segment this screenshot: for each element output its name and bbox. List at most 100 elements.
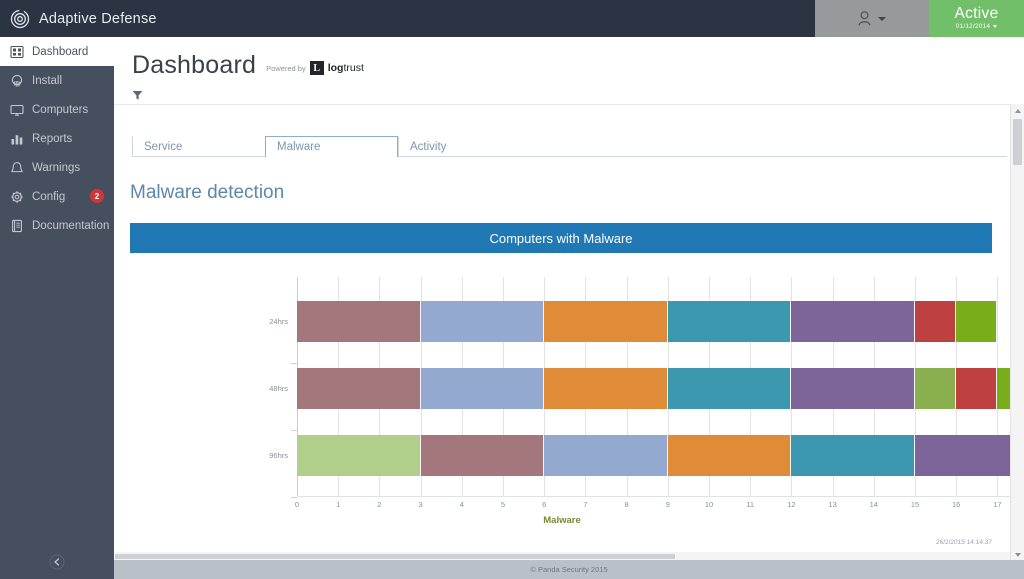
chart-bar-segment[interactable] [668,368,792,409]
sidebar-item-warnings[interactable]: Warnings [0,153,114,182]
chart-banner-label: Computers with Malware [489,231,632,246]
chevron-down-icon [993,25,997,28]
chart-bar-segment[interactable] [421,301,545,342]
chart-bar-row[interactable] [297,368,1010,409]
logtrust-wordmark-rest: trust [343,62,363,74]
tab-bar: Service Malware Activity [132,136,1007,157]
chart-x-tick-label: 16 [952,500,960,509]
chart-bar-segment[interactable] [956,301,997,342]
install-hand-icon [10,74,24,88]
sidebar-item-install[interactable]: Install [0,66,114,95]
chart-bar-row[interactable] [297,435,1010,476]
chart-bar-segment[interactable] [668,301,792,342]
chart-bar-segment[interactable] [297,435,421,476]
sidebar-item-label: Warnings [32,162,80,174]
top-bar: Adaptive Defense Active 01/12/2014 [0,0,1024,37]
chart-y-tick-label: 48hrs [269,384,288,393]
user-menu[interactable] [815,0,929,37]
sidebar-item-label: Reports [32,133,72,145]
book-icon [10,219,24,233]
chart-y-tick-mark [291,430,297,431]
chart-bar-segment[interactable] [791,435,915,476]
chart-plot-area [297,277,1010,496]
brand-area: Adaptive Defense [0,0,815,37]
tab-activity[interactable]: Activity [398,136,531,157]
gear-icon [10,190,24,204]
page-title: Dashboard [132,51,256,80]
bell-icon [10,161,24,175]
sidebar-item-label: Dashboard [32,46,88,58]
chart-x-tick-label: 5 [501,500,505,509]
sidebar-collapse-button[interactable] [0,550,114,579]
vertical-scrollbar-thumb[interactable] [1013,119,1022,165]
tab-malware[interactable]: Malware [265,136,398,157]
chart-bar-segment[interactable] [544,301,668,342]
chart-bar-segment[interactable] [791,301,915,342]
chart-x-tick-label: 1 [336,500,340,509]
logtrust-wordmark: logtrust [328,62,364,74]
tab-label: Activity [410,141,446,153]
chart-bar-segment[interactable] [956,368,997,409]
footer-copyright: © Panda Security 2015 [530,565,607,574]
sidebar-item-documentation[interactable]: Documentation [0,211,114,240]
scroll-up-button[interactable] [1011,104,1024,117]
chart-bar-segment[interactable] [544,368,668,409]
filter-bar[interactable] [114,80,1024,102]
chart-x-axis-title: Malware [114,515,1010,526]
sidebar-item-config[interactable]: Config 2 [0,182,114,211]
chart-x-tick-label: 8 [625,500,629,509]
chart-bar-segment[interactable] [997,368,1010,409]
chart-bar-segment[interactable] [915,301,956,342]
chart-bar-segment[interactable] [791,368,915,409]
dashboard-pane-inner: Service Malware Activity Malware detecti… [114,105,1010,562]
chart-bar-row[interactable] [297,301,997,342]
application-window: Adaptive Defense Active 01/12/2014 [0,0,1024,579]
license-status-badge[interactable]: Active 01/12/2014 [929,0,1024,37]
funnel-filter-icon[interactable] [132,88,143,99]
vertical-scrollbar[interactable] [1010,104,1024,561]
status-label: Active [954,6,998,22]
chart-bar-segment[interactable] [668,435,792,476]
chart-bar-segment[interactable] [297,368,421,409]
status-date-text: 01/12/2014 [956,22,991,31]
dashboard-scroll-pane: Service Malware Activity Malware detecti… [114,104,1024,561]
powered-by-label: Powered by [266,64,306,73]
section-title: Malware detection [130,182,1010,204]
chart-x-tick-label: 3 [419,500,423,509]
target-logo-icon [10,9,30,29]
sidebar: Dashboard Install Computers [0,37,114,579]
chart-bar-segment[interactable] [421,368,545,409]
sidebar-item-dashboard[interactable]: Dashboard [0,37,114,66]
horizontal-scrollbar-thumb[interactable] [115,554,675,559]
logtrust-wordmark-bold: log [328,62,344,74]
malware-chart: 24hrs48hrs96hrs 012345678910111213141516… [114,277,1010,537]
chart-bar-segment[interactable] [915,368,956,409]
chart-bar-segment[interactable] [915,435,1010,476]
footer: © Panda Security 2015 [114,560,1024,579]
chart-x-tick-label: 14 [870,500,878,509]
monitor-icon [10,103,24,117]
chart-y-tick-label: 24hrs [269,317,288,326]
bar-chart-icon [10,132,24,146]
brand-title: Adaptive Defense [39,11,157,27]
sidebar-item-computers[interactable]: Computers [0,95,114,124]
chevron-up-icon [1015,109,1021,113]
chart-y-tick-label: 96hrs [269,451,288,460]
chart-x-tick-label: 0 [295,500,299,509]
chart-timestamp: 26/2/2015 14:14:37 [936,539,992,546]
chart-x-tick-label: 9 [666,500,670,509]
chart-x-tick-label: 15 [911,500,919,509]
dashboard-grid-icon [10,45,24,59]
chart-bar-segment[interactable] [421,435,545,476]
sidebar-item-reports[interactable]: Reports [0,124,114,153]
sidebar-item-label: Config [32,191,65,203]
chart-bar-segment[interactable] [297,301,421,342]
arrow-left-circle-icon [49,554,65,575]
chart-x-tick-label: 7 [583,500,587,509]
chevron-down-icon [1015,553,1021,557]
tab-service[interactable]: Service [132,136,265,157]
chart-bar-segment[interactable] [544,435,668,476]
powered-by-logtrust: Powered by L logtrust [266,61,364,80]
main-content: Dashboard Powered by L logtrust Service [114,37,1024,579]
chart-x-tick-label: 11 [746,500,754,509]
